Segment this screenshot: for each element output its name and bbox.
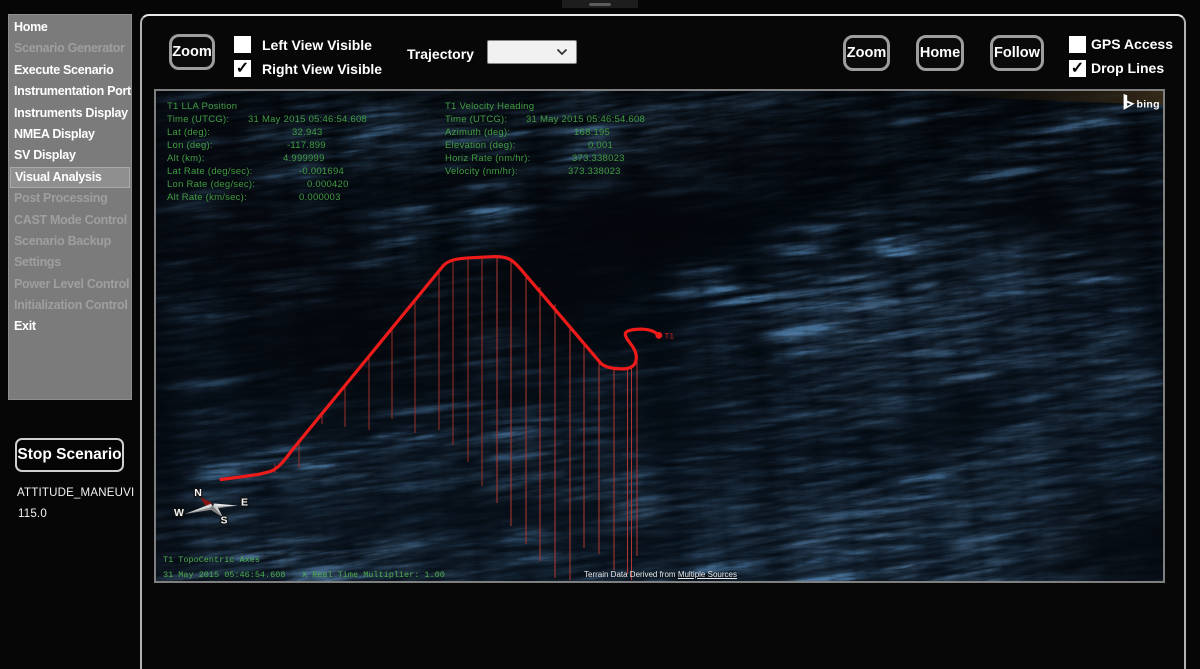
svg-text:S: S bbox=[220, 515, 227, 527]
svg-text:bing: bing bbox=[1137, 99, 1160, 111]
svg-text:W: W bbox=[174, 507, 184, 519]
svg-text:T1: T1 bbox=[665, 333, 675, 342]
svg-text:E: E bbox=[241, 497, 248, 509]
svg-text:N: N bbox=[194, 487, 202, 499]
